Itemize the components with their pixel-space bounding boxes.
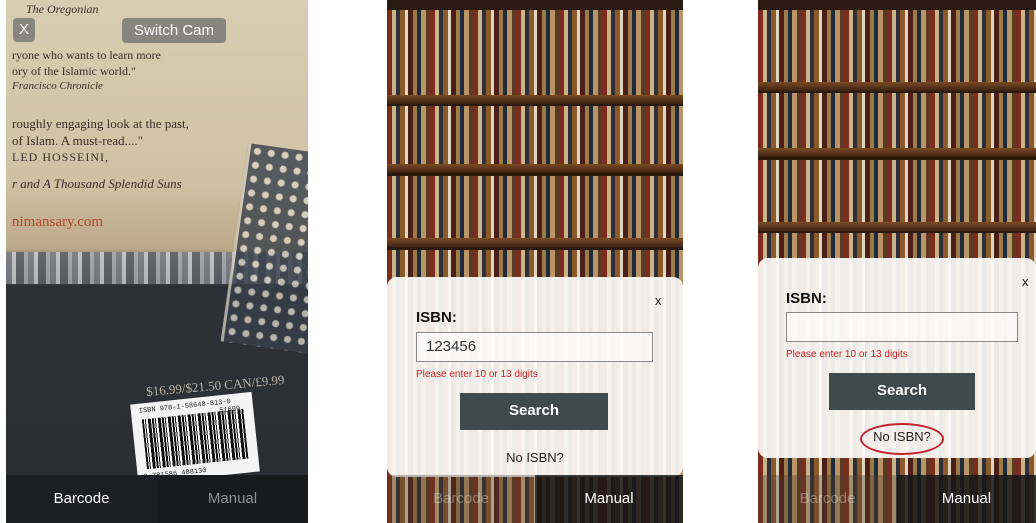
search-button[interactable]: Search (829, 373, 975, 410)
manual-entry-screen: x ISBN: Please enter 10 or 13 digits Sea… (758, 0, 1036, 523)
close-button[interactable]: X (13, 18, 35, 42)
isbn-input[interactable]: 123456 (416, 332, 653, 362)
tab-manual[interactable]: Manual (535, 475, 683, 523)
tab-manual[interactable]: Manual (157, 475, 308, 523)
isbn-input[interactable] (786, 312, 1018, 342)
book-barcode: ISBN 978-1-58648-813-0 9 781586 488130 5… (130, 391, 260, 485)
isbn-label: ISBN: (786, 290, 827, 307)
isbn-label: ISBN: (416, 309, 457, 326)
book-text-line: r and A Thousand Splendid Suns (12, 176, 182, 191)
dialog-close-button[interactable]: x (655, 293, 662, 308)
shelf-books (758, 10, 1036, 82)
switch-cam-button[interactable]: Switch Cam (122, 18, 226, 43)
tab-barcode[interactable]: Barcode (387, 475, 535, 523)
book-text-line: ryone who wants to learn more (12, 48, 161, 62)
shelf-books (387, 10, 683, 95)
shelf-books (387, 176, 683, 238)
book-text-line: ory of the Islamic world." (12, 64, 136, 78)
book-text-line: The Oregonian (26, 2, 99, 16)
tab-bar: Barcode Manual (6, 475, 308, 523)
shelf-plank (758, 148, 1036, 157)
tab-barcode[interactable]: Barcode (758, 475, 897, 523)
shelf-plank (758, 222, 1036, 231)
no-isbn-link[interactable]: No ISBN? (487, 450, 583, 465)
barcode-bars (141, 408, 249, 470)
shelf-plank (387, 238, 683, 247)
tab-barcode[interactable]: Barcode (6, 475, 157, 523)
tab-manual[interactable]: Manual (897, 475, 1036, 523)
shelf-plank (387, 164, 683, 173)
book-text-line: LED HOSSEINI, (12, 150, 109, 164)
shelf-plank (387, 95, 683, 104)
tab-bar: Barcode Manual (387, 475, 683, 523)
isbn-error-message: Please enter 10 or 13 digits (416, 369, 538, 380)
book-text-line: roughly engaging look at the past, (12, 116, 189, 131)
ornament-pattern (220, 143, 308, 357)
isbn-dialog: x ISBN: 123456 Please enter 10 or 13 dig… (387, 277, 683, 477)
search-button[interactable]: Search (460, 393, 608, 430)
book-text-line: nimansary.com (12, 214, 104, 230)
shelf-plank (758, 82, 1036, 91)
manual-entry-screen: x ISBN: 123456 Please enter 10 or 13 dig… (387, 0, 683, 523)
isbn-dialog: x ISBN: Please enter 10 or 13 digits Sea… (758, 258, 1036, 458)
book-text-line: Francisco Chronicle (12, 80, 103, 92)
tab-bar: Barcode Manual (758, 475, 1036, 523)
shelf-books (387, 106, 683, 164)
isbn-error-message: Please enter 10 or 13 digits (786, 349, 908, 360)
barcode-scanner-screen: The Oregonian ryone who wants to learn m… (6, 0, 308, 523)
no-isbn-link[interactable]: No ISBN? (854, 429, 950, 444)
shelf-books (758, 160, 1036, 222)
dialog-close-button[interactable]: x (1022, 274, 1029, 289)
shelf-books (758, 93, 1036, 148)
camera-preview: The Oregonian ryone who wants to learn m… (6, 0, 308, 485)
book-text-line: of Islam. A must-read...." (12, 133, 143, 148)
